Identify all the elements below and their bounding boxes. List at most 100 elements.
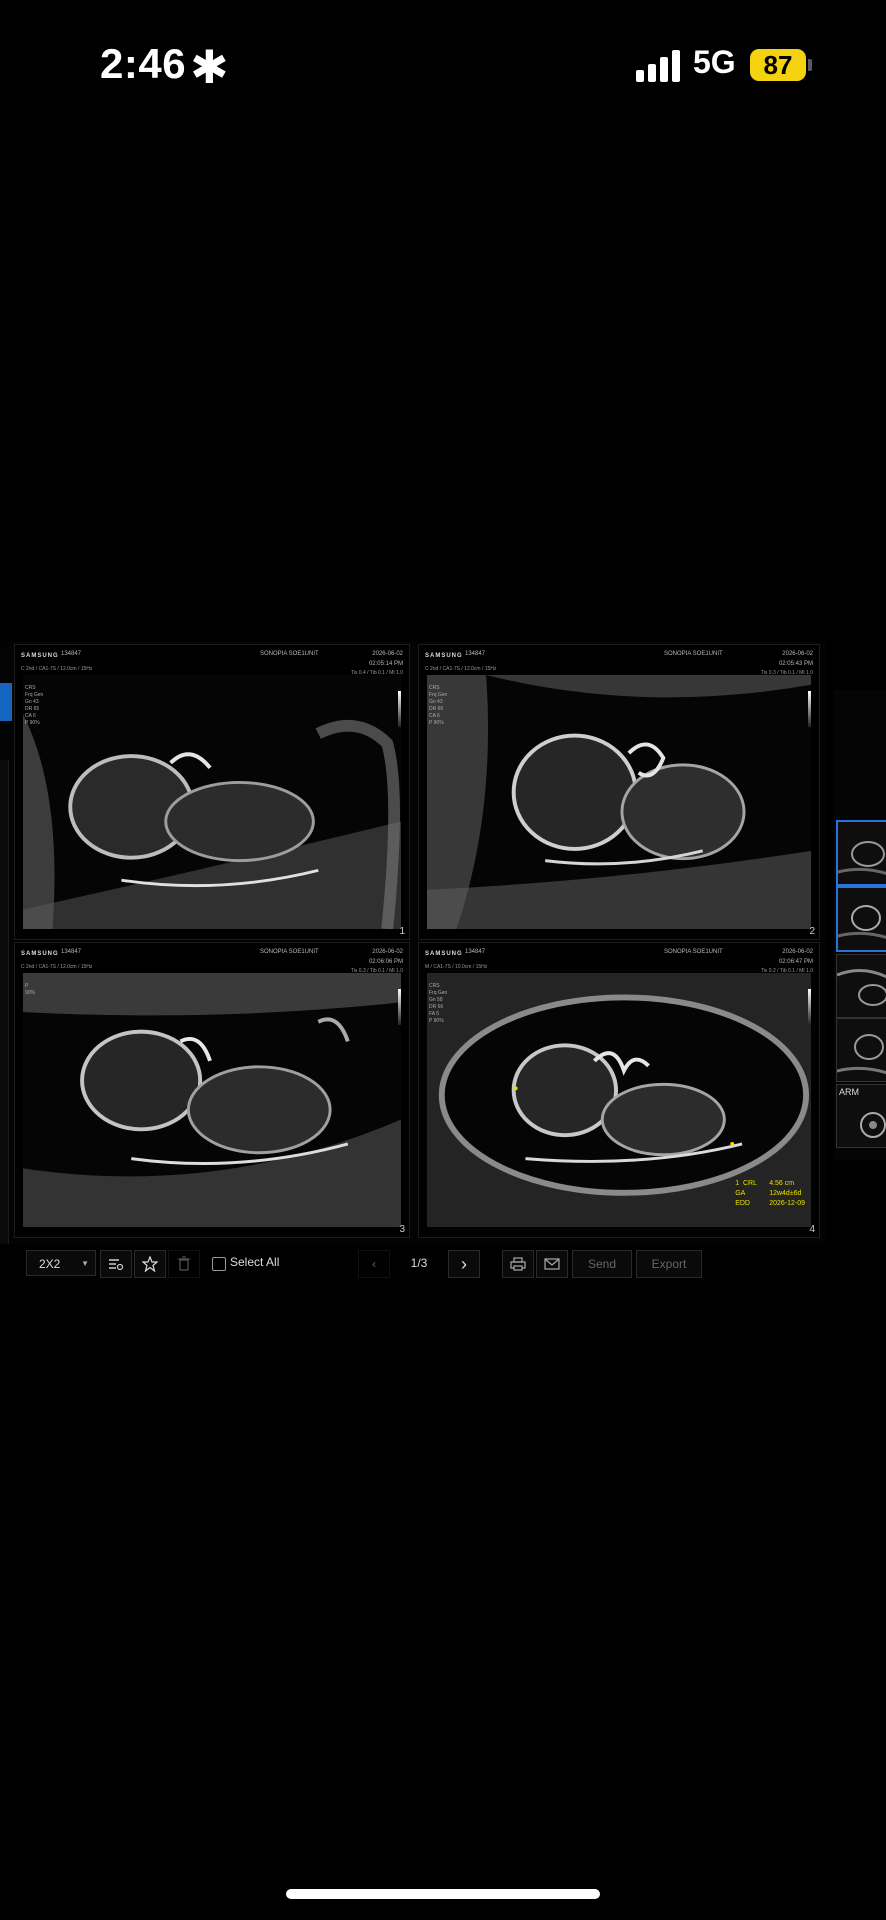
measurement-value: 12w4d±6d: [769, 1190, 802, 1197]
grayscale-bar: [398, 989, 401, 1025]
system-name: SONOPIA SOE1UNIT: [664, 949, 723, 955]
exam-time: 02:06:06 PM: [368, 959, 403, 965]
select-all-checkbox[interactable]: [212, 1257, 226, 1271]
measurement-label: EDD: [735, 1200, 750, 1207]
measurement-value: 4.56 cm: [769, 1180, 795, 1187]
probe-info: C 2nd / CA1-7S / 12.0cm / 15Hz: [21, 964, 93, 970]
trash-icon: [178, 1256, 190, 1271]
scan-parameters: CRS Frq Gen Gn 58 DR 66 FA 5 P 90%: [429, 983, 448, 1024]
image-header: SAMSUNG 134847 C 2nd / CA1-7S / 12.0cm /…: [419, 645, 819, 681]
image-header: SAMSUNG 134847 M / CA1-7S / 10.0cm / 15H…: [419, 943, 819, 979]
mail-icon: [544, 1258, 560, 1270]
prev-page-button[interactable]: ‹: [358, 1250, 390, 1278]
next-page-button[interactable]: ›: [448, 1250, 480, 1278]
prev-page-icon: ‹: [372, 1257, 376, 1271]
thermal-index: Tis 0.3 / Tib 0.1 / MI 1.0: [760, 670, 813, 676]
ultrasound-image-2[interactable]: SAMSUNG 134847 C 2nd / CA1-7S / 12.0cm /…: [418, 644, 820, 940]
print-icon: [510, 1257, 526, 1271]
layout-settings-button[interactable]: [100, 1250, 132, 1278]
system-name: SONOPIA SOE1UNIT: [664, 651, 723, 657]
exam-date: 2026-06-02: [372, 651, 403, 657]
ultrasound-scan: [23, 973, 401, 1227]
system-name: SONOPIA SOE1UNIT: [260, 651, 319, 657]
measurement-row: GA 12w4d±6d: [735, 1189, 805, 1199]
ultrasound-image-4[interactable]: SAMSUNG 134847 M / CA1-7S / 10.0cm / 15H…: [418, 942, 820, 1238]
exam-date: 2026-06-02: [782, 949, 813, 955]
exam-date: 2026-06-02: [782, 651, 813, 657]
thermal-index: Tis 0.4 / Tib 0.1 / MI 1.0: [350, 670, 403, 676]
probe-info: M / CA1-7S / 10.0cm / 15Hz: [425, 964, 488, 970]
battery-tip: [808, 59, 812, 71]
patient-id: 134847: [465, 651, 486, 657]
thumbnail-2[interactable]: [836, 886, 886, 952]
vendor-logo: SAMSUNG: [425, 653, 463, 659]
print-button[interactable]: [502, 1250, 534, 1278]
layout-select-value: 2X2: [39, 1257, 61, 1271]
thumbnail-5[interactable]: ARM: [836, 1084, 886, 1148]
system-name: SONOPIA SOE1UNIT: [260, 949, 319, 955]
image-header: SAMSUNG 134847 C 2nd / CA1-7S / 12.0cm /…: [15, 645, 409, 681]
ultrasound-scan: [427, 675, 811, 929]
measurement-label: GA: [735, 1190, 746, 1197]
thumbnail-1[interactable]: [836, 820, 886, 886]
favorite-button[interactable]: [134, 1250, 166, 1278]
select-all-label: Select All: [230, 1255, 280, 1269]
exam-time: 02:06:47 PM: [778, 959, 813, 965]
ultrasound-image-1[interactable]: SAMSUNG 134847 C 2nd / CA1-7S / 12.0cm /…: [14, 644, 410, 940]
home-indicator[interactable]: [286, 1889, 600, 1899]
scan-parameters: P 90%: [25, 983, 36, 996]
measurement-label: 1 CRL: [735, 1180, 757, 1187]
email-button[interactable]: [536, 1250, 568, 1278]
exam-date: 2026-06-02: [372, 949, 403, 955]
image-index: 4: [809, 1224, 815, 1235]
cellular-signal-icon: [636, 50, 682, 82]
thumbnail-3[interactable]: [836, 954, 886, 1018]
next-page-icon: ›: [461, 1254, 467, 1274]
grayscale-bar: [398, 691, 401, 727]
thermal-index: Tis 0.3 / Tib 0.1 / MI 1.0: [350, 968, 403, 974]
battery-icon: 87: [750, 49, 806, 81]
review-toolbar: 2X2 ▼ Select All ‹ 1/3 › Send Export: [0, 1244, 826, 1282]
patient-id: 134847: [61, 949, 82, 955]
side-tab-selected[interactable]: [0, 683, 12, 721]
thumbnail-label: ARM: [839, 1087, 859, 1097]
thumbnail-strip: ARM: [834, 690, 886, 1160]
vendor-logo: SAMSUNG: [21, 653, 59, 659]
star-icon: [141, 1255, 159, 1273]
image-index: 1: [399, 926, 405, 937]
side-panel-edge: [0, 760, 9, 1280]
probe-info: C 2nd / CA1-7S / 12.0cm / 15Hz: [21, 666, 93, 672]
thermal-index: Tis 0.2 / Tib 0.1 / MI 1.0: [760, 968, 813, 974]
scan-parameters: CRS Frq Gen Gn 43 DR 65 CA 6 P 90%: [25, 685, 44, 726]
page-indicator: 1/3: [410, 1256, 428, 1270]
status-bar: 2:46 ✱ 5G 87: [0, 0, 886, 130]
image-index: 3: [399, 1224, 405, 1235]
exam-time: 02:05:14 PM: [368, 661, 403, 667]
measurement-value: 2026-12-09: [769, 1200, 805, 1207]
export-button[interactable]: Export: [636, 1250, 702, 1278]
layout-select[interactable]: 2X2 ▼: [26, 1250, 96, 1276]
scan-parameters: CRS Frq Gen Gn 43 DR 66 CA 6 P 90%: [429, 685, 448, 726]
thumbnail-4[interactable]: [836, 1018, 886, 1082]
vendor-logo: SAMSUNG: [425, 951, 463, 957]
network-type: 5G: [693, 44, 736, 80]
measurement-row: EDD 2026-12-09: [735, 1199, 805, 1209]
grayscale-bar: [808, 691, 811, 727]
probe-info: C 2nd / CA1-7S / 12.0cm / 15Hz: [425, 666, 497, 672]
layout-settings-icon: [109, 1259, 124, 1271]
measurement-results: 1 CRL 4.56 cm GA 12w4d±6d EDD 2026-12-09: [735, 1179, 805, 1209]
activity-icon: ✱: [190, 41, 229, 93]
grayscale-bar: [808, 989, 811, 1025]
delete-button[interactable]: [168, 1250, 200, 1278]
chevron-down-icon: ▼: [81, 1259, 89, 1268]
vendor-logo: SAMSUNG: [21, 951, 59, 957]
measurement-row: 1 CRL 4.56 cm: [735, 1179, 805, 1189]
patient-id: 134847: [465, 949, 486, 955]
patient-id: 134847: [61, 651, 82, 657]
image-header: SAMSUNG 134847 C 2nd / CA1-7S / 12.0cm /…: [15, 943, 409, 979]
send-button[interactable]: Send: [572, 1250, 632, 1278]
ultrasound-scan: [23, 675, 401, 929]
image-index: 2: [809, 926, 815, 937]
ultrasound-image-3[interactable]: SAMSUNG 134847 C 2nd / CA1-7S / 12.0cm /…: [14, 942, 410, 1238]
clock: 2:46: [100, 40, 187, 87]
